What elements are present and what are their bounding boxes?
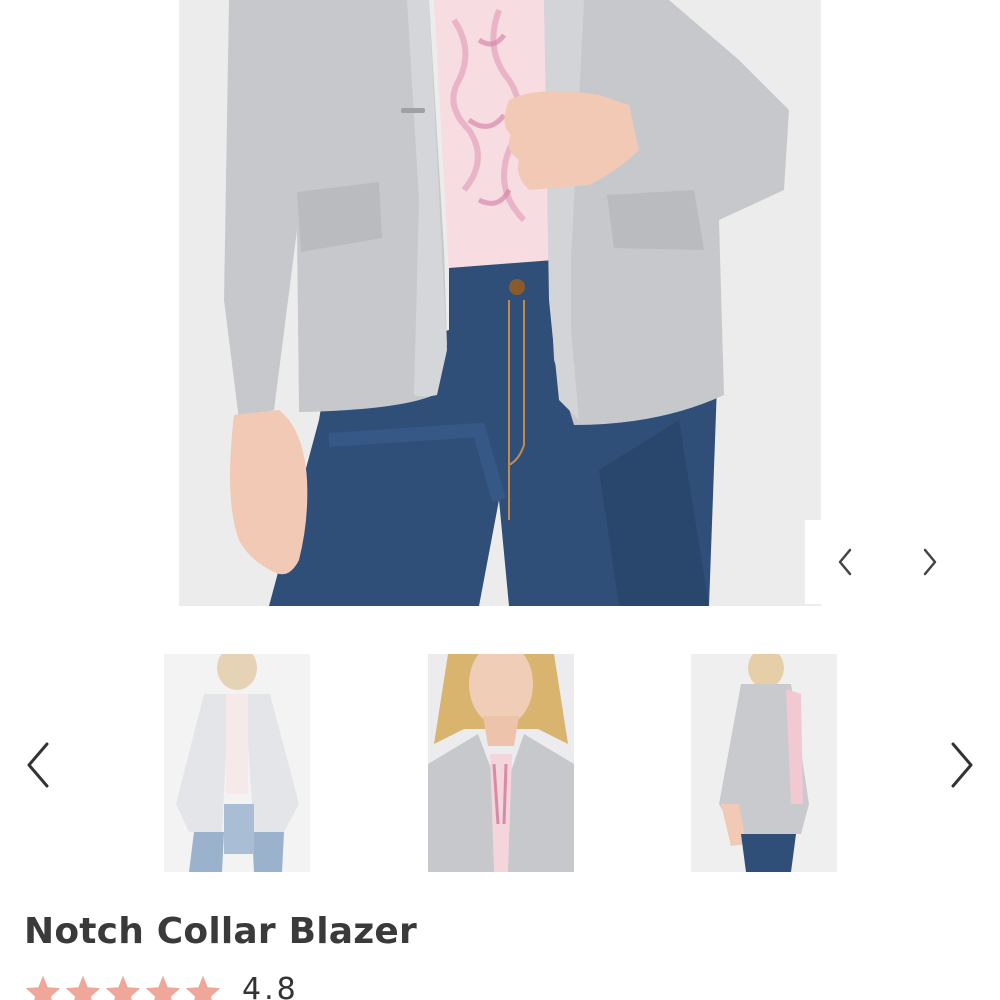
thumbnail-collar-closeup[interactable]: [428, 654, 574, 872]
main-image-prev-button[interactable]: [825, 540, 865, 584]
star-icon: [25, 975, 61, 1000]
thumbnail-image: [691, 654, 837, 872]
star-icon: [65, 975, 101, 1000]
product-title: Notch Collar Blazer: [24, 911, 417, 952]
thumbnail-next-button[interactable]: [940, 735, 984, 795]
thumbnail-front-view[interactable]: [164, 654, 310, 872]
chevron-right-icon: [951, 742, 973, 788]
thumbnail-prev-button[interactable]: [16, 735, 60, 795]
rating-stars: [24, 974, 222, 1000]
product-page: Notch Collar Blazer 4.8: [0, 0, 1000, 1000]
chevron-left-icon: [27, 742, 49, 788]
main-image-next-button[interactable]: [910, 540, 950, 584]
thumbnail-side-view[interactable]: [691, 654, 837, 872]
main-product-image[interactable]: [179, 0, 821, 606]
product-photo-illustration: [179, 0, 821, 606]
star-icon: [145, 975, 181, 1000]
thumbnail-image: [164, 654, 310, 872]
thumbnail-image: [428, 654, 574, 872]
star-icon: [105, 975, 141, 1000]
rating-value: 4.8: [242, 972, 299, 1000]
product-rating[interactable]: 4.8: [24, 972, 299, 1000]
star-icon: [185, 975, 221, 1000]
chevron-right-icon: [923, 548, 937, 576]
chevron-left-icon: [838, 548, 852, 576]
